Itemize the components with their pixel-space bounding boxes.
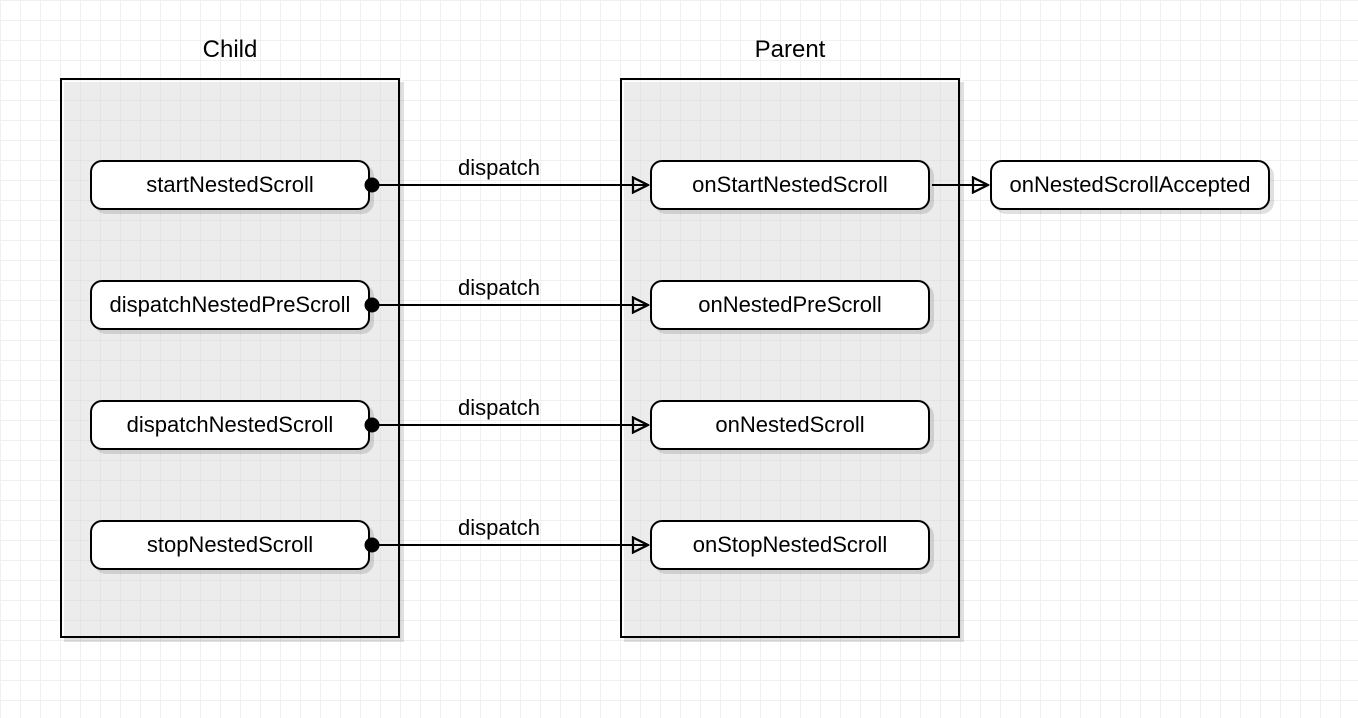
node-on-nested-scroll: onNestedScroll <box>650 400 930 450</box>
edge-label-dispatch-4: dispatch <box>458 515 540 541</box>
node-on-start-nested-scroll: onStartNestedScroll <box>650 160 930 210</box>
child-container-title: Child <box>60 36 400 64</box>
node-on-stop-nested-scroll: onStopNestedScroll <box>650 520 930 570</box>
edge-label-dispatch-1: dispatch <box>458 155 540 181</box>
node-dispatch-nested-pre-scroll: dispatchNestedPreScroll <box>90 280 370 330</box>
node-stop-nested-scroll: stopNestedScroll <box>90 520 370 570</box>
node-on-nested-pre-scroll: onNestedPreScroll <box>650 280 930 330</box>
node-start-nested-scroll: startNestedScroll <box>90 160 370 210</box>
node-on-nested-scroll-accepted: onNestedScrollAccepted <box>990 160 1270 210</box>
edge-label-dispatch-2: dispatch <box>458 275 540 301</box>
edge-label-dispatch-3: dispatch <box>458 395 540 421</box>
parent-container-title: Parent <box>620 36 960 64</box>
node-dispatch-nested-scroll: dispatchNestedScroll <box>90 400 370 450</box>
